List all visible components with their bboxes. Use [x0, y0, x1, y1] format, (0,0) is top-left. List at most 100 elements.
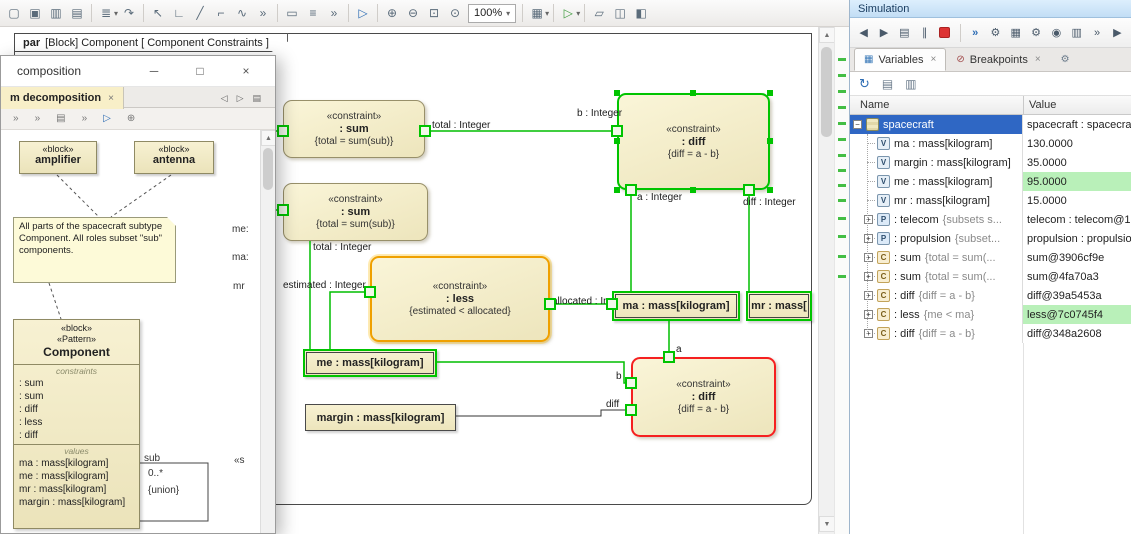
value-entry[interactable]: ma : mass[kilogram] — [14, 457, 139, 470]
simulation-title-bar[interactable]: Simulation — [850, 0, 1131, 18]
table-row[interactable]: +C: sum{total = sum(... sum@4fa70a3 — [850, 267, 1131, 286]
overflow-chevron-icon[interactable]: » — [35, 113, 41, 124]
overflow-chevron-icon[interactable]: » — [253, 3, 273, 23]
zoom-100-icon[interactable]: ⊙ — [445, 3, 465, 23]
report-icon[interactable]: ▥ — [905, 77, 916, 91]
compare-icon[interactable]: ▱ — [589, 3, 609, 23]
refresh-icon[interactable]: ↻ — [859, 76, 870, 92]
panel-menu-icon[interactable]: ▶ — [1109, 23, 1126, 42]
config-gear-icon[interactable]: ⚙ — [1027, 23, 1044, 42]
overflow-chevron-icon[interactable]: » — [1088, 23, 1105, 42]
expand-toggle[interactable]: + — [864, 329, 873, 338]
previous-tab-icon[interactable]: ◁ — [221, 93, 228, 104]
table-row[interactable]: +C: diff{diff = a - b} diff@348a2608 — [850, 324, 1131, 343]
constraint-sum-1[interactable]: «constraint» : sum {total = sum(sub)} — [283, 100, 425, 158]
validate-icon[interactable]: ▷ — [353, 3, 373, 23]
port[interactable] — [625, 404, 637, 416]
scrollbar-thumb[interactable] — [263, 148, 273, 190]
ui-mockup-icon[interactable]: ▦ — [1007, 23, 1024, 42]
chevron-down-icon[interactable]: ▾ — [576, 9, 580, 18]
marker[interactable] — [838, 154, 846, 157]
collapse-toggle[interactable]: − — [853, 120, 862, 129]
export-icon[interactable]: ▤ — [882, 77, 893, 91]
constraint-diff-2[interactable]: «constraint» : diff {diff = a - b} — [631, 357, 776, 437]
constraint-entry[interactable]: : sum — [14, 377, 139, 390]
close-button[interactable]: × — [223, 64, 269, 78]
column-value[interactable]: Value — [1029, 99, 1056, 111]
zoom-fit-icon[interactable]: ⊡ — [424, 3, 444, 23]
marker[interactable] — [838, 255, 846, 258]
scroll-up-button[interactable]: ▲ — [261, 130, 276, 146]
open-icon[interactable]: ▣ — [25, 3, 45, 23]
zoom-level-select[interactable]: 100% ▾ — [468, 4, 516, 23]
overflow-chevron-icon[interactable]: » — [82, 113, 88, 124]
marker[interactable] — [838, 138, 846, 141]
port[interactable] — [625, 184, 637, 196]
overflow-chevron-icon[interactable]: » — [13, 113, 19, 124]
port[interactable] — [419, 125, 431, 137]
table-row[interactable]: +C: sum{total = sum(... sum@3906cf9e — [850, 248, 1131, 267]
table-row[interactable]: +P: telecom{subsets s... telecom : telec… — [850, 210, 1131, 229]
marker[interactable] — [838, 74, 846, 77]
table-row[interactable]: −spacecraft spacecraft : spacecra... — [850, 115, 1131, 134]
scroll-down-button[interactable]: ▼ — [819, 516, 835, 532]
marker[interactable] — [838, 184, 846, 187]
selection-handle[interactable] — [767, 187, 773, 193]
tab-breakpoints[interactable]: ⊘ Breakpoints × — [946, 48, 1050, 71]
curve-path-icon[interactable]: ∿ — [232, 3, 252, 23]
selection-handle[interactable] — [614, 187, 620, 193]
constraint-diff-1[interactable]: «constraint» : diff {diff = a - b} — [617, 93, 770, 190]
value-entry[interactable]: me : mass[kilogram] — [14, 470, 139, 483]
note-tool-icon[interactable]: ▭ — [282, 3, 302, 23]
tab-decomposition[interactable]: m decomposition × — [1, 87, 124, 109]
selection-handle[interactable] — [614, 90, 620, 96]
zoom-out-icon[interactable]: ⊖ — [403, 3, 423, 23]
expand-toggle[interactable]: + — [864, 291, 873, 300]
vertical-scrollbar[interactable]: ▲ ▼ — [818, 27, 834, 534]
constraint-entry[interactable]: : less — [14, 416, 139, 429]
overflow-chevron-icon[interactable]: » — [324, 3, 344, 23]
table-view-icon[interactable]: ▦ — [527, 3, 547, 23]
table-row[interactable]: Vme : mass[kilogram] 95.0000 — [850, 172, 1131, 191]
selection-handle[interactable] — [690, 90, 696, 96]
animate-icon[interactable]: » — [966, 23, 983, 42]
scrollbar-thumb[interactable] — [821, 47, 832, 137]
port[interactable] — [743, 184, 755, 196]
chevron-down-icon[interactable]: ▾ — [545, 9, 549, 18]
console-icon[interactable]: ▤ — [896, 23, 913, 42]
paste-icon[interactable]: ▥ — [46, 3, 66, 23]
port[interactable] — [364, 286, 376, 298]
tab-console[interactable]: ⚙ — [1051, 48, 1080, 71]
step-back-icon[interactable]: ◀ — [855, 23, 872, 42]
part-margin[interactable]: margin : mass[kilogram] — [305, 404, 456, 431]
close-icon[interactable]: × — [1035, 54, 1041, 65]
port[interactable] — [611, 125, 623, 137]
diagram-frame-header[interactable]: par [Block] Component [ Component Constr… — [14, 33, 288, 52]
minimize-button[interactable]: ─ — [131, 64, 177, 78]
stop-icon[interactable] — [936, 23, 953, 42]
export-icon[interactable]: ▥ — [1068, 23, 1085, 42]
marker[interactable] — [838, 90, 846, 93]
table-row[interactable]: Vma : mass[kilogram] 130.0000 — [850, 134, 1131, 153]
constraint-less[interactable]: «constraint» : less {estimated < allocat… — [370, 256, 550, 342]
port[interactable] — [544, 298, 556, 310]
part-ma[interactable]: ma : mass[kilogram] — [612, 291, 740, 321]
expand-toggle[interactable]: + — [864, 310, 873, 319]
selection-handle[interactable] — [767, 90, 773, 96]
note[interactable]: All parts of the spacecraft subtype Comp… — [13, 217, 176, 283]
constraint-entry[interactable]: : diff — [14, 403, 139, 416]
select-tool-icon[interactable]: ↖ — [148, 3, 168, 23]
port[interactable] — [606, 298, 618, 310]
block-antenna[interactable]: «block» antenna — [134, 141, 214, 174]
windows-icon[interactable]: ◧ — [631, 3, 651, 23]
expand-toggle[interactable]: + — [864, 253, 873, 262]
next-tab-icon[interactable]: ▷ — [237, 93, 244, 104]
port[interactable] — [625, 377, 637, 389]
layout-icon[interactable]: ◫ — [610, 3, 630, 23]
table-row[interactable]: Vmargin : mass[kilogram] 35.0000 — [850, 153, 1131, 172]
expand-toggle[interactable]: + — [864, 234, 873, 243]
port[interactable] — [277, 125, 289, 137]
part-mr[interactable]: mr : mass[ — [746, 291, 812, 321]
block-amplifier[interactable]: «block» amplifier — [19, 141, 97, 174]
expand-toggle[interactable]: + — [864, 215, 873, 224]
